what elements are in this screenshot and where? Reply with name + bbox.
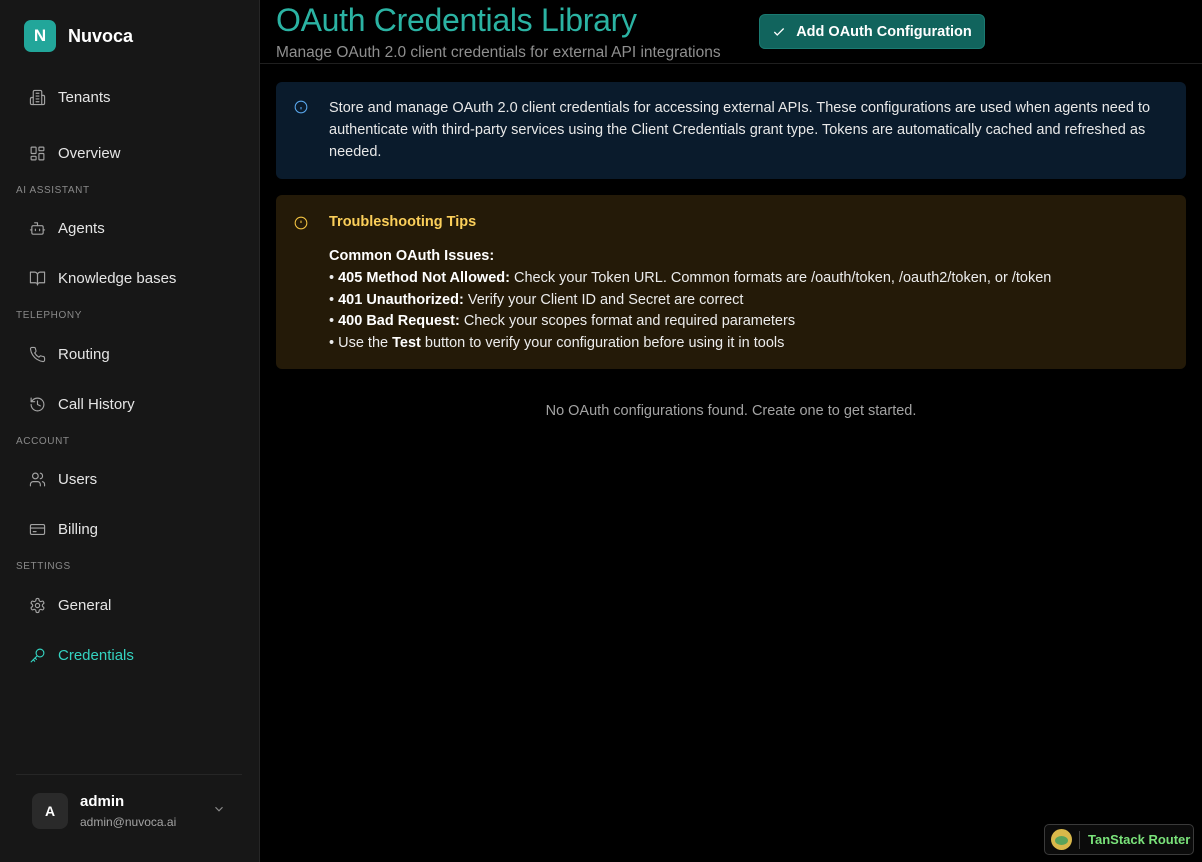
- avatar: A: [32, 792, 68, 829]
- alert-circle-icon: [294, 216, 308, 230]
- brand-name: Nuvoca: [68, 25, 134, 46]
- tanstack-router-devtools-toggle[interactable]: TanStack Router: [1044, 824, 1194, 855]
- tip-item: • 401 Unauthorized: Verify your Client I…: [329, 291, 744, 308]
- sidebar-item-label: Billing: [58, 520, 99, 538]
- sidebar-item-label: Knowledge bases: [58, 269, 177, 287]
- bot-icon: [28, 219, 46, 237]
- info-icon: [294, 100, 308, 114]
- troubleshooting-alert: Troubleshooting Tips Common OAuth Issues…: [276, 195, 1186, 369]
- sidebar-item-overview[interactable]: Overview: [16, 135, 242, 171]
- add-oauth-configuration-button[interactable]: Add OAuth Configuration: [759, 14, 985, 49]
- sidebar-item-label: Overview: [58, 144, 121, 162]
- page-title: OAuth Credentials Library: [276, 2, 637, 38]
- sidebar-item-credentials[interactable]: Credentials: [16, 637, 242, 673]
- tips-content: Common OAuth Issues: • 405 Method Not Al…: [329, 246, 1169, 355]
- sidebar-item-label: Agents: [58, 219, 105, 237]
- section-label-ai-assistant: AI ASSISTANT: [16, 185, 90, 196]
- users-icon: [28, 470, 46, 488]
- tips-heading: Common OAuth Issues:: [329, 248, 495, 264]
- divider: [1079, 830, 1080, 849]
- brand-logo: N: [24, 20, 56, 52]
- sidebar-item-agents[interactable]: Agents: [16, 210, 242, 246]
- user-email: admin@nuvoca.ai: [80, 814, 177, 829]
- tip-item: • 405 Method Not Allowed: Check your Tok…: [329, 269, 1052, 286]
- key-icon: [28, 646, 46, 664]
- tips-title: Troubleshooting Tips: [329, 214, 477, 230]
- sidebar-item-knowledge-bases[interactable]: Knowledge bases: [16, 260, 242, 296]
- layout-grid-icon: [28, 144, 46, 162]
- section-label-telephony: TELEPHONY: [16, 310, 82, 321]
- book-open-icon: [28, 269, 46, 287]
- tip-item: • Use the Test button to verify your con…: [329, 335, 785, 352]
- user-name: admin: [80, 792, 125, 810]
- tanstack-logo-icon: [1051, 829, 1072, 850]
- page-header: OAuth Credentials Library Manage OAuth 2…: [260, 0, 1202, 64]
- empty-state-message: No OAuth configurations found. Create on…: [545, 403, 917, 419]
- sidebar-item-label: General: [58, 596, 112, 614]
- main-content: OAuth Credentials Library Manage OAuth 2…: [260, 0, 1202, 862]
- building-icon: [28, 88, 46, 106]
- phone-icon: [28, 345, 46, 363]
- devtools-label: TanStack Router: [1088, 832, 1191, 847]
- sidebar-item-call-history[interactable]: Call History: [16, 386, 242, 422]
- history-icon: [28, 395, 46, 413]
- sidebar-item-label: Routing: [58, 345, 110, 363]
- check-icon: [774, 27, 785, 36]
- credit-card-icon: [28, 520, 46, 538]
- info-text: Store and manage OAuth 2.0 client creden…: [329, 100, 1151, 160]
- sidebar-item-label: Call History: [58, 395, 135, 413]
- sidebar-item-general[interactable]: General: [16, 587, 242, 623]
- gear-icon: [28, 596, 46, 614]
- sidebar-item-billing[interactable]: Billing: [16, 511, 242, 547]
- sidebar-item-label: Credentials: [58, 646, 134, 664]
- section-label-account: ACCOUNT: [16, 436, 70, 447]
- section-label-settings: SETTINGS: [16, 561, 71, 572]
- app-root: N Nuvoca Tenants Overview AI ASSISTANT A…: [0, 0, 1202, 862]
- page-subtitle: Manage OAuth 2.0 client credentials for …: [276, 44, 721, 61]
- user-menu[interactable]: A admin admin@nuvoca.ai: [16, 774, 242, 846]
- sidebar-item-label: Users: [58, 470, 98, 488]
- info-alert: Store and manage OAuth 2.0 client creden…: [276, 82, 1186, 179]
- sidebar: N Nuvoca Tenants Overview AI ASSISTANT A…: [0, 0, 260, 862]
- tip-item: • 400 Bad Request: Check your scopes for…: [329, 313, 796, 330]
- sidebar-item-users[interactable]: Users: [16, 461, 242, 497]
- sidebar-item-label: Tenants: [58, 88, 111, 106]
- chevron-down-icon: [212, 802, 226, 816]
- add-button-label: Add OAuth Configuration: [796, 23, 972, 40]
- sidebar-item-routing[interactable]: Routing: [16, 336, 242, 372]
- brand[interactable]: N Nuvoca: [24, 20, 133, 52]
- user-info: admin admin@nuvoca.ai: [80, 793, 176, 829]
- sidebar-item-tenants[interactable]: Tenants: [16, 79, 242, 115]
